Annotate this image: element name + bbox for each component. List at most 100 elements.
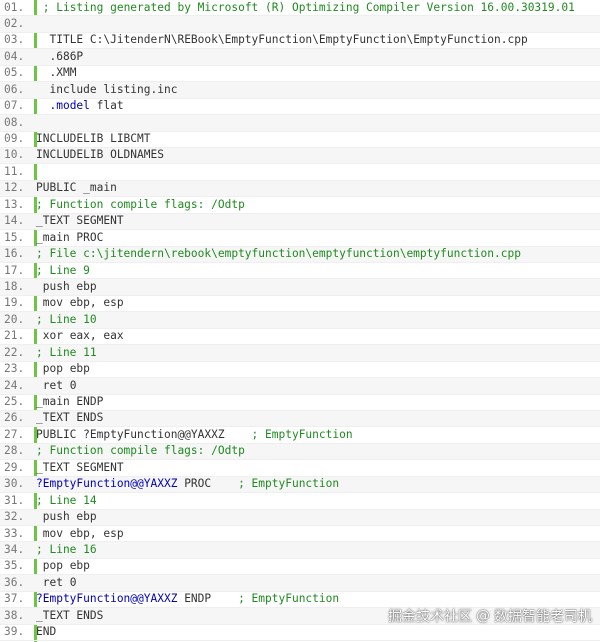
code-text: pop ebp [30,558,90,574]
code-text: ; Function compile flags: /Odtp [30,443,245,459]
line-number: 19. [4,296,25,310]
code-line: 11. [0,164,600,181]
code-line: 17. ; Line 9 [0,263,600,280]
code-text: .model flat [30,98,123,114]
code-token: .686P [49,49,84,63]
code-token: _TEXT ENDS [36,608,104,622]
code-line: 19. mov ebp, esp [0,295,600,313]
line-number: 30. [4,477,25,491]
code-line: 15. _main PROC [0,230,600,247]
code-line: 10. INCLUDELIB OLDNAMES [0,147,600,165]
code-token: ret 0 [42,378,77,392]
line-number: 05. [4,66,25,80]
line-number: 09. [4,132,25,145]
line-number: 16. [4,247,25,261]
code-text: ; Listing generated by Microsoft (R) Opt… [30,0,575,16]
line-number: 12. [4,181,25,195]
code-line: 09. INCLUDELIB LIBCMT [0,132,600,148]
code-text: _TEXT SEGMENT [30,460,124,476]
code-token: mov ebp, esp [42,526,124,540]
code-line: 37. ?EmptyFunction@@YAXXZ ENDP ; EmptyFun… [0,592,600,609]
code-token: mov ebp, esp [42,296,124,310]
code-text: ; Line 14 [30,493,97,509]
code-comment: ; Line 11 [36,345,97,359]
line-number: 37. [4,592,25,606]
code-line: 14. _TEXT SEGMENT [0,213,600,231]
code-token: END [36,625,57,639]
code-line: 26. _TEXT ENDS [0,410,600,428]
code-keyword: ?EmptyFunction@@YAXXZ [36,592,178,606]
code-text: pop ebp [30,361,90,377]
line-number: 35. [4,559,25,573]
code-token: PROC [177,477,239,491]
code-text: ; Line 9 [30,263,90,279]
code-text: _TEXT SEGMENT [30,213,124,229]
code-text: xor eax, eax [30,328,124,344]
code-line: 32. push ebp [0,509,600,526]
code-line: 24. ret 0 [0,378,600,395]
code-comment: ; EmptyFunction [238,592,340,606]
line-number: 28. [4,444,25,458]
code-keyword: ?EmptyFunction@@YAXXZ [36,477,178,491]
code-line: 12. PUBLIC _main [0,180,600,198]
line-number: 22. [4,345,25,359]
code-token: push ebp [42,279,97,293]
code-text: INCLUDELIB LIBCMT [30,131,151,147]
code-text: push ebp [30,509,97,525]
code-line: 22. ; Line 11 [0,345,600,362]
code-comment: ; Line 9 [36,263,90,277]
code-line: 20. ; Line 10 [0,312,600,329]
code-token: ENDP [177,592,239,606]
code-line: 01. ; Listing generated by Microsoft (R)… [0,0,600,17]
code-token: _main PROC [36,230,104,244]
code-line: 39. END [0,624,600,642]
code-line: 13. ; Function compile flags: /Odtp [0,197,600,214]
code-line: 06. include listing.inc [0,82,600,99]
code-line: 25. _main ENDP [0,395,600,411]
code-token: _main ENDP [36,395,104,408]
code-text: .XMM [30,65,76,81]
code-token: xor eax, eax [42,329,124,343]
line-number: 31. [4,493,25,507]
code-text: mov ebp, esp [30,295,124,311]
line-number: 06. [4,82,25,96]
line-number: 32. [4,510,25,524]
code-comment: ; EmptyFunction [238,477,340,491]
code-text: _TEXT ENDS [30,608,103,624]
code-line: 34. ; Line 16 [0,542,600,559]
code-comment: ; EmptyFunction [251,427,353,441]
line-number: 17. [4,263,25,277]
code-comment: ; File c:\jitendern\rebook\emptyfunction… [36,247,521,261]
code-line: 29. _TEXT SEGMENT [0,460,600,477]
line-number: 08. [4,115,25,129]
line-number: 23. [4,362,25,376]
code-token: INCLUDELIB OLDNAMES [36,148,164,162]
code-token: ret 0 [42,575,77,589]
code-text: END [30,624,56,640]
line-number: 02. [4,16,25,30]
code-line: 27. PUBLIC ?EmptyFunction@@YAXXZ ; EmptyF… [0,427,600,444]
code-comment: ; Function compile flags: /Odtp [36,197,245,211]
code-text: .686P [30,49,83,65]
code-token: _TEXT ENDS [36,411,104,425]
code-token: _TEXT SEGMENT [36,460,124,474]
code-line: 16. ; File c:\jitendern\rebook\emptyfunct… [0,246,600,263]
code-line: 36. ret 0 [0,575,600,592]
code-token: PUBLIC _main [36,181,117,195]
code-text: include listing.inc [30,82,177,98]
code-line: 35. pop ebp [0,558,600,576]
line-number: 18. [4,279,25,293]
code-line: 31. ; Line 14 [0,493,600,510]
code-line: 03. TITLE C:\JitenderN\REBook\EmptyFunct… [0,33,600,50]
code-token: include listing.inc [49,82,178,96]
line-number: 39. [4,625,25,639]
